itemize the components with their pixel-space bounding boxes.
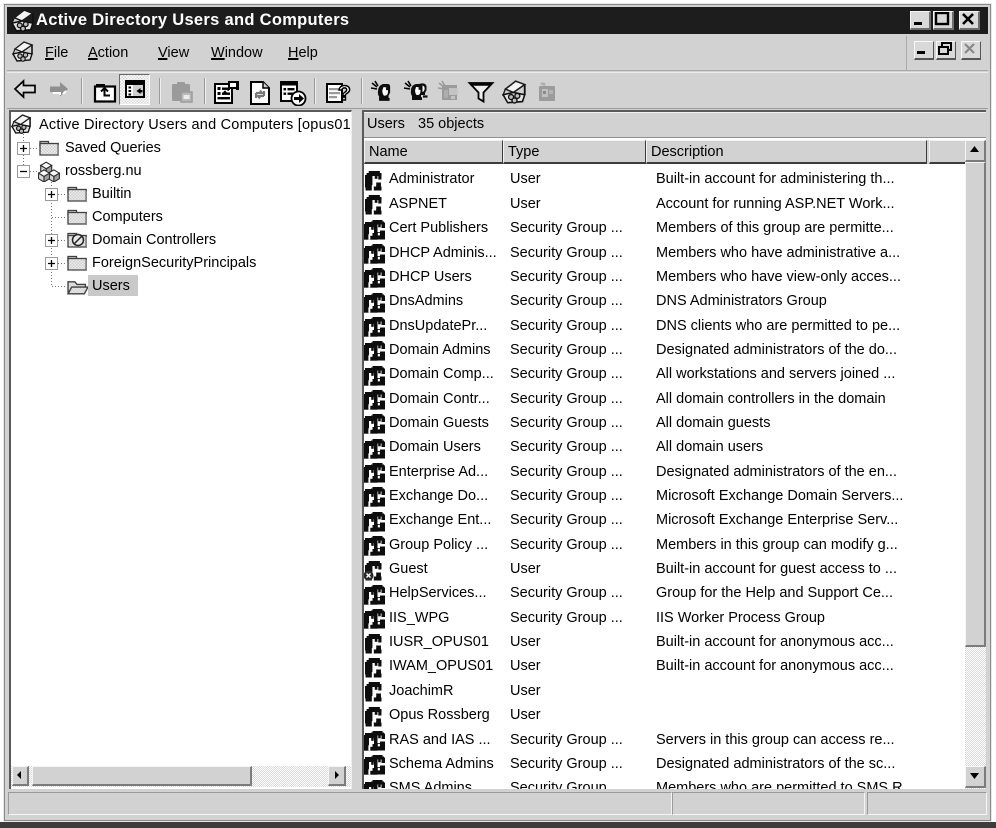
svg-text:?: ? [338, 82, 351, 105]
